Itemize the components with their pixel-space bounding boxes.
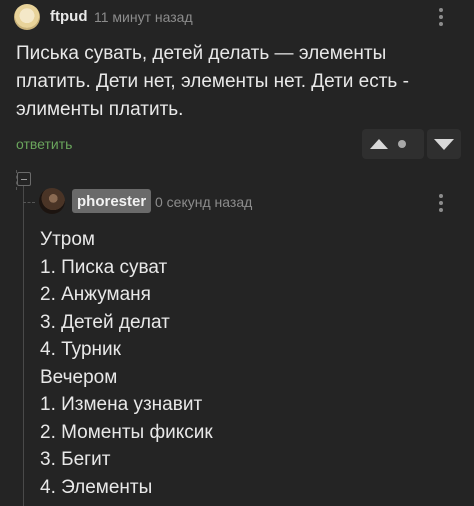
reply-line: 1. Измена узнавит (40, 394, 203, 415)
reply-author: phorester (77, 192, 147, 210)
comment-author[interactable]: ftpud (50, 8, 87, 25)
thread-line[interactable] (23, 186, 24, 506)
reply-line: 2. Моменты фиксик (40, 421, 213, 443)
collapse-thread-button[interactable] (17, 172, 31, 186)
comment-timestamp[interactable]: 11 минут назад (94, 9, 193, 25)
reply-button[interactable]: ответить (16, 136, 72, 152)
comment-text: Писька сувать, детей делать — элементы п… (16, 43, 409, 120)
downvote-button[interactable] (427, 129, 461, 159)
reply-line: 3. Детей делат (40, 311, 170, 333)
reply-author-badge[interactable]: phorester (72, 189, 152, 213)
reply-line: Утром (40, 229, 95, 250)
reply-timestamp[interactable]: 0 секунд назад (155, 194, 252, 210)
reply-line: 1. Писка суват (40, 256, 168, 278)
more-options-icon[interactable] (431, 192, 451, 214)
reply-line: 4. Элементы (40, 476, 153, 498)
downvote-arrow-icon (434, 138, 454, 150)
reply-line: 3. Бегит (40, 449, 111, 470)
reply-text: Утром 1. Писка суват 2. Анжуманя 3. Дете… (40, 226, 460, 501)
rating-dot-icon (398, 140, 406, 148)
reply-line: 2. Анжуманя (40, 284, 151, 305)
avatar-ftpud[interactable] (14, 4, 40, 30)
minus-icon (21, 178, 27, 180)
avatar-phorester[interactable] (39, 188, 65, 214)
more-options-icon[interactable] (431, 6, 451, 28)
thread-branch (23, 202, 35, 203)
upvote-button[interactable] (362, 129, 424, 159)
reply-line: 4. Турник (40, 339, 121, 360)
reply-line: Вечером (40, 366, 118, 388)
upvote-arrow-icon (370, 139, 388, 149)
